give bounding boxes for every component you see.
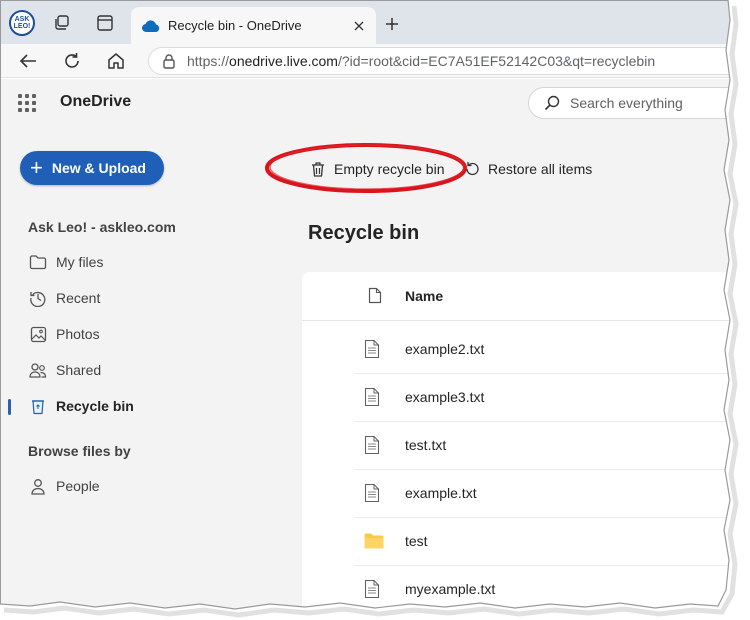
- sidebar-item-label: My files: [56, 254, 104, 270]
- refresh-button[interactable]: [58, 47, 86, 75]
- sidebar-item-people[interactable]: People: [28, 474, 100, 498]
- text-file-icon: [364, 339, 380, 364]
- file-name: example.txt: [405, 485, 477, 501]
- file-name: myexample.txt: [405, 581, 496, 597]
- sidebar-item-my-files[interactable]: My files: [28, 250, 103, 274]
- refresh-icon: [65, 53, 79, 68]
- url-scheme: https://: [187, 53, 230, 69]
- clock-icon: [28, 288, 48, 308]
- back-button[interactable]: [14, 47, 42, 75]
- list-item[interactable]: test.txt: [354, 422, 750, 470]
- sidebar-item-label: Photos: [56, 326, 100, 342]
- plus-icon: +: [30, 155, 43, 180]
- folder-icon: [28, 252, 48, 272]
- text-file-icon: [364, 579, 380, 604]
- list-item[interactable]: example3.txt: [354, 374, 750, 422]
- workspaces-button[interactable]: [48, 9, 76, 37]
- plus-icon: [386, 18, 398, 30]
- address-bar[interactable]: https://onedrive.live.com/?id=root&cid=E…: [148, 47, 750, 75]
- tab-title: Recycle bin - OneDrive: [168, 18, 302, 33]
- search-placeholder: Search everything: [570, 95, 683, 111]
- file-name: test: [405, 533, 428, 549]
- active-indicator: [8, 399, 11, 415]
- workspaces-icon: [55, 15, 69, 30]
- person-icon: [28, 476, 48, 496]
- browser-tab-bar: ASK LEO! Recycle bin - OneDrive: [0, 0, 750, 44]
- browser-nav-bar: https://onedrive.live.com/?id=root&cid=E…: [0, 44, 750, 78]
- file-name: example3.txt: [405, 389, 485, 405]
- browse-files-heading: Browse files by: [28, 443, 131, 459]
- file-name: example2.txt: [405, 341, 485, 357]
- url-text: https://onedrive.live.com/?id=root&cid=E…: [187, 53, 655, 69]
- list-item[interactable]: myexample.txt: [354, 566, 750, 614]
- tab-close-button[interactable]: [348, 15, 370, 37]
- list-header: Name: [302, 272, 750, 321]
- text-file-icon: [364, 435, 380, 460]
- sidebar-item-label: Recycle bin: [56, 398, 134, 414]
- list-item[interactable]: example.txt: [354, 470, 750, 518]
- app-launcher-icon[interactable]: [18, 94, 36, 112]
- arrow-left-icon: [19, 54, 36, 68]
- folder-icon: [364, 533, 384, 554]
- sidebar-item-recycle-bin[interactable]: Recycle bin: [28, 394, 134, 418]
- sidebar-item-recent[interactable]: Recent: [28, 286, 100, 310]
- onedrive-cloud-icon: [142, 19, 160, 32]
- people-icon: [28, 360, 48, 380]
- url-path: /?id=root&cid=EC7A51EF52142C03&qt=recycl…: [337, 53, 656, 69]
- file-name: test.txt: [405, 437, 447, 453]
- image-icon: [28, 324, 48, 344]
- lock-icon: [163, 53, 175, 69]
- text-file-icon: [364, 483, 380, 508]
- column-header-name[interactable]: Name: [405, 288, 443, 304]
- account-name: Ask Leo! - askleo.com: [28, 219, 176, 235]
- new-upload-label: New & Upload: [51, 160, 146, 176]
- sidebar-item-label: Shared: [56, 362, 102, 378]
- tab-actions-button[interactable]: [91, 9, 119, 37]
- profile-label-ask: ASK: [14, 16, 30, 23]
- sidebar-item-shared[interactable]: Shared: [28, 358, 101, 382]
- profile-avatar[interactable]: ASK LEO!: [9, 10, 35, 36]
- list-item[interactable]: test: [354, 518, 750, 566]
- tab-onedrive-recycle-bin[interactable]: Recycle bin - OneDrive: [131, 7, 376, 44]
- text-file-icon: [364, 387, 380, 412]
- profile-label-leo: LEO!: [13, 23, 31, 30]
- file-list: Name example2.txt example3.txt test.txt …: [302, 272, 750, 620]
- sidebar-item-label: Recent: [56, 290, 101, 306]
- file-type-header-icon[interactable]: [368, 287, 382, 309]
- new-upload-button[interactable]: + New & Upload: [20, 151, 164, 185]
- list-item[interactable]: example2.txt: [354, 326, 750, 374]
- close-icon: [354, 21, 364, 30]
- app-brand[interactable]: OneDrive: [60, 93, 131, 111]
- url-host: onedrive.live.com: [229, 53, 338, 69]
- page-title: Recycle bin: [308, 222, 420, 244]
- sidebar-item-label: People: [56, 478, 100, 494]
- recycle-bin-icon: [28, 396, 48, 416]
- new-tab-button[interactable]: [379, 11, 405, 37]
- home-icon: [108, 53, 124, 69]
- restore-all-items-label: Restore all items: [488, 161, 593, 177]
- search-box[interactable]: Search everything: [528, 87, 750, 119]
- restore-all-items-button[interactable]: Restore all items: [464, 157, 592, 181]
- vertical-tabs-icon: [97, 15, 113, 31]
- highlight-circle: [265, 143, 467, 193]
- sidebar-item-photos[interactable]: Photos: [28, 322, 100, 346]
- search-icon: [544, 95, 560, 111]
- home-button[interactable]: [102, 47, 130, 75]
- onedrive-app: OneDrive Search everything + New & Uploa…: [0, 79, 750, 620]
